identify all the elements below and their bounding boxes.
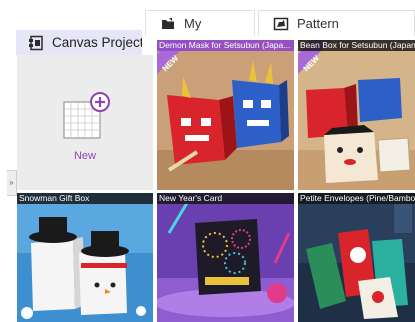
project-tile-demon-mask[interactable]: Demon Mask for Setsubun (Japa... NEW xyxy=(157,40,294,190)
tile-title: Bean Box for Setsubun (Japane xyxy=(298,40,415,51)
tab-canvas-project[interactable]: Canvas Project xyxy=(16,30,142,55)
folder-icon xyxy=(162,17,174,29)
canvas-project-icon xyxy=(29,35,43,50)
new-canvas-tile[interactable]: New xyxy=(17,55,153,190)
pattern-icon xyxy=(273,17,289,30)
tile-title: Snowman Gift Box xyxy=(17,193,153,204)
tab-canvas-project-label: Canvas Project xyxy=(52,35,142,50)
petite-envelopes-photo xyxy=(298,193,415,322)
tile-title: New Year's Card xyxy=(157,193,294,204)
snowman-gift-box-photo xyxy=(17,193,153,322)
new-years-card-photo xyxy=(157,193,294,322)
expand-arrows-icon: » xyxy=(9,178,14,187)
project-tile-snowman-gift-box[interactable]: Snowman Gift Box xyxy=(17,193,153,322)
tile-title: Demon Mask for Setsubun (Japa... xyxy=(157,40,294,51)
project-tile-bean-box[interactable]: Bean Box for Setsubun (Japane NEW xyxy=(298,40,415,190)
tab-my[interactable]: My xyxy=(145,10,255,36)
tab-my-label: My xyxy=(184,16,202,31)
new-label: New xyxy=(73,150,96,162)
project-tile-new-years-card[interactable]: New Year's Card xyxy=(157,193,294,322)
tab-pattern-label: Pattern xyxy=(297,16,339,31)
side-panel-toggle[interactable]: » xyxy=(7,170,17,196)
tile-title: Petite Envelopes (Pine/Bambo xyxy=(298,193,415,204)
tab-pattern[interactable]: Pattern xyxy=(258,10,415,36)
project-tile-petite-envelopes[interactable]: Petite Envelopes (Pine/Bambo xyxy=(298,193,415,322)
new-canvas-plus-icon xyxy=(63,92,110,139)
